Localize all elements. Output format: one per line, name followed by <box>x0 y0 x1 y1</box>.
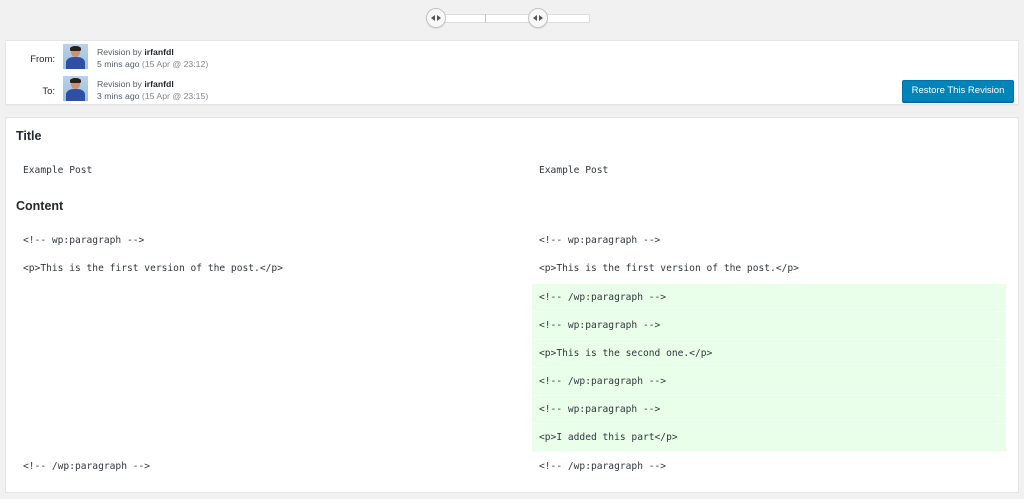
to-label: To: <box>42 86 55 97</box>
revision-to-info: Revision by irfanfdl 3 mins ago (15 Apr … <box>97 78 208 102</box>
slider-track[interactable] <box>434 14 590 23</box>
code-line: Example Post <box>23 165 93 176</box>
from-label: From: <box>30 54 55 65</box>
slider-handle-from[interactable] <box>426 8 446 28</box>
diff-line-left: Example Post <box>16 157 516 185</box>
revision-author: irfanfdl <box>144 47 174 57</box>
arrows-left-right-icon <box>533 15 543 21</box>
diff-line-right: <!-- wp:paragraph --> <box>532 227 1006 255</box>
revision-author: irfanfdl <box>144 79 174 89</box>
code-line: <!-- /wp:paragraph --> <box>539 461 667 472</box>
revision-from-info: Revision by irfanfdl 5 mins ago (15 Apr … <box>97 46 208 70</box>
diff-line-right: <p>This is the first version of the post… <box>532 255 1006 283</box>
code-line: <p>I added this part</p> <box>539 432 678 443</box>
code-line: <!-- /wp:paragraph --> <box>23 461 151 472</box>
revision-ago: 3 mins ago <box>97 91 140 101</box>
diff-line-added: <p>I added this part</p> <box>532 424 1006 452</box>
diff-line-added: <p>This is the second one.</p> <box>532 340 1006 368</box>
code-line: Example Post <box>539 165 609 176</box>
slider-tick <box>485 14 486 23</box>
diff-line-left: <!-- /wp:paragraph --> <box>16 453 516 481</box>
code-line: <!-- wp:paragraph --> <box>539 404 661 415</box>
diff-line-left: <p>This is the first version of the post… <box>16 255 516 283</box>
revision-slider[interactable] <box>426 8 590 28</box>
diff-line-right: Example Post <box>532 157 1006 185</box>
slider-handle-to[interactable] <box>528 8 548 28</box>
diff-line-left: <!-- wp:paragraph --> <box>16 227 516 255</box>
code-line: <p>This is the first version of the post… <box>539 263 799 274</box>
revision-date: (15 Apr @ 23:12) <box>141 59 209 69</box>
diff-line-added: <!-- wp:paragraph --> <box>532 312 1006 340</box>
diff-panel: Title Example Post Example Post Content … <box>5 117 1019 493</box>
arrows-left-right-icon <box>431 15 441 21</box>
diff-line-added: <!-- /wp:paragraph --> <box>532 368 1006 396</box>
code-line: <p>This is the second one.</p> <box>539 348 713 359</box>
revision-prefix: Revision by <box>97 79 142 89</box>
avatar <box>63 76 88 101</box>
code-line: <!-- /wp:paragraph --> <box>539 292 667 303</box>
revision-meta: From: Revision by irfanfdl 5 mins ago (1… <box>5 40 1019 105</box>
revision-to: To: Revision by irfanfdl 3 mins ago (15 … <box>6 76 1018 106</box>
code-line: <!-- wp:paragraph --> <box>539 235 661 246</box>
revision-prefix: Revision by <box>97 47 142 57</box>
avatar <box>63 44 88 69</box>
code-line: <!-- wp:paragraph --> <box>539 320 661 331</box>
code-line: <p>This is the first version of the post… <box>23 263 283 274</box>
diff-line-right: <!-- /wp:paragraph --> <box>532 453 1006 481</box>
diff-line-added: <!-- wp:paragraph --> <box>532 396 1006 424</box>
revision-from: From: Revision by irfanfdl 5 mins ago (1… <box>6 44 1018 74</box>
revision-date: (15 Apr @ 23:15) <box>141 91 209 101</box>
code-line: <!-- wp:paragraph --> <box>23 235 145 246</box>
revision-ago: 5 mins ago <box>97 59 140 69</box>
code-line: <!-- /wp:paragraph --> <box>539 376 667 387</box>
restore-revision-button[interactable]: Restore This Revision <box>902 80 1014 102</box>
title-heading: Title <box>16 129 42 143</box>
content-heading: Content <box>16 199 64 213</box>
diff-line-added: <!-- /wp:paragraph --> <box>532 284 1006 312</box>
